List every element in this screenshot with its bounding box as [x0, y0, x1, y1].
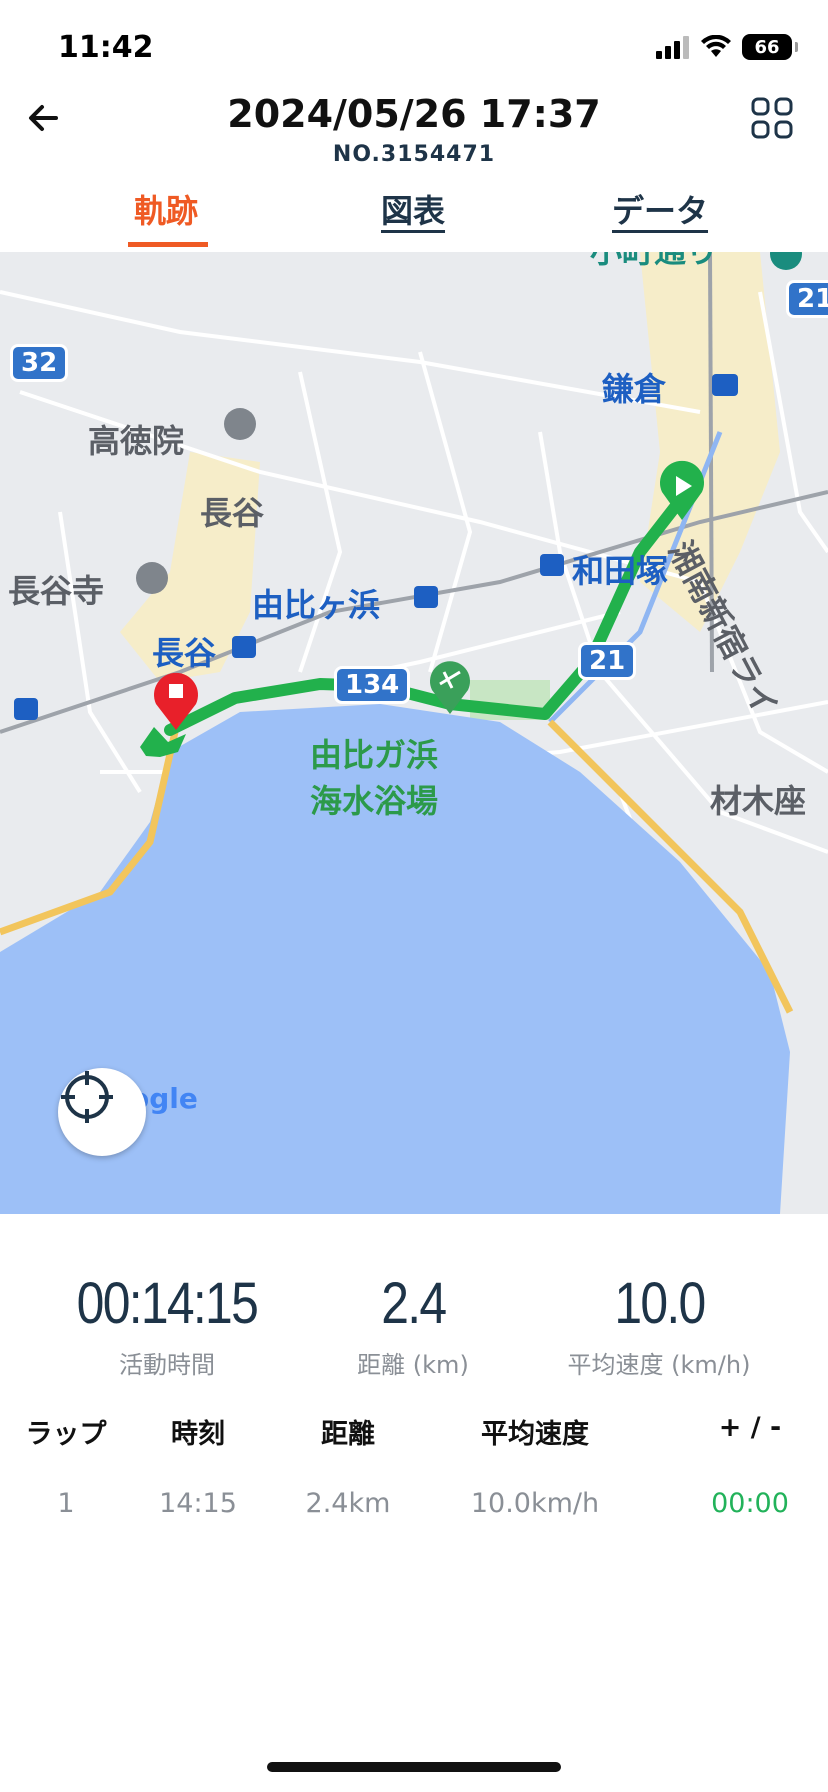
cell-distance: 2.4km	[305, 1488, 391, 1519]
battery-icon: 66	[742, 34, 798, 60]
route-shield-32: 32	[10, 344, 69, 382]
map-label-zaimokuza: 材木座	[710, 782, 807, 820]
temple-icon-hasedera	[136, 562, 168, 594]
status-time: 11:42	[58, 30, 154, 65]
station-icon-west	[14, 698, 38, 720]
header-distance: 距離	[321, 1419, 375, 1450]
summary-stats: 00:14:15 活動時間 2.4 距離 (km) 10.0 平均速度 (km/…	[0, 1270, 828, 1390]
grid-menu-icon[interactable]	[750, 96, 794, 140]
page-title: 2024/05/26 17:37	[227, 92, 601, 136]
lap-table-header: ラップ 時刻 距離 平均速度 + / -	[0, 1412, 828, 1488]
station-icon-wadazuka	[540, 554, 564, 576]
route-shield-21-top: 21	[786, 280, 828, 318]
locate-button[interactable]	[58, 1068, 146, 1156]
map-label-kotokuin: 高徳院	[88, 422, 185, 460]
cell-avg-speed: 10.0km/h	[470, 1488, 600, 1519]
map-label-hasedera: 長谷寺	[8, 572, 105, 610]
status-icons: 66	[656, 34, 798, 60]
map-label-wadazuka: 和田塚	[572, 552, 669, 590]
temple-icon-kotokuin	[224, 408, 256, 440]
header-diff: + / -	[718, 1412, 782, 1443]
stat-distance-label: 距離 (km)	[357, 1351, 469, 1379]
route-shield-134: 134	[334, 666, 411, 704]
stat-distance: 2.4 距離 (km)	[283, 1270, 543, 1380]
map-view[interactable]: 小町通り 鎌倉 高徳院 長谷 長谷寺 由比ヶ浜 和田塚 長谷 湘南新宿ライ 由比…	[0, 252, 828, 1214]
map-label-komachi: 小町通り	[590, 252, 718, 272]
stat-duration: 00:14:15 活動時間	[37, 1270, 297, 1380]
tab-bar: 軌跡 図表 データ	[0, 186, 828, 252]
active-tab-indicator	[128, 242, 208, 247]
header: 2024/05/26 17:37 NO.3154471	[0, 90, 828, 170]
record-number: NO.3154471	[332, 142, 496, 167]
map-label-hase-station: 長谷	[152, 634, 217, 672]
crosshair-icon	[61, 1071, 113, 1123]
status-bar: 11:42 66	[0, 0, 828, 100]
map-label-yuigahama: 由比ヶ浜	[252, 586, 381, 624]
header-avg-speed: 平均速度	[481, 1419, 589, 1450]
tab-track[interactable]: 軌跡	[134, 186, 198, 232]
stat-duration-label: 活動時間	[119, 1351, 215, 1379]
stat-distance-value: 2.4	[380, 1271, 447, 1336]
station-icon-kamakura	[712, 374, 738, 396]
table-row: 1 14:15 2.4km 10.0km/h 00:00	[0, 1488, 828, 1564]
wifi-icon	[701, 35, 731, 57]
stat-speed-label: 平均速度 (km/h)	[567, 1351, 751, 1379]
station-icon-hase	[232, 636, 256, 658]
tab-data[interactable]: データ	[612, 186, 708, 232]
route-shield-21: 21	[578, 642, 637, 680]
lap-table: ラップ 時刻 距離 平均速度 + / - 1 14:15 2.4km 10.0k…	[0, 1412, 828, 1564]
cell-time: 14:15	[159, 1488, 237, 1519]
stat-speed: 10.0 平均速度 (km/h)	[529, 1270, 789, 1380]
map-label-beach-1: 由比ガ浜	[310, 736, 439, 774]
tab-chart[interactable]: 図表	[381, 186, 445, 232]
map-label-beach-2: 海水浴場	[310, 782, 439, 820]
header-time: 時刻	[171, 1419, 225, 1450]
cell-diff: 00:00	[711, 1488, 789, 1519]
home-indicator[interactable]	[267, 1762, 561, 1772]
shopping-icon	[770, 252, 802, 270]
map-label-hase-area: 長谷	[200, 494, 265, 532]
stat-speed-value: 10.0	[613, 1271, 706, 1336]
station-icon-yuigahama	[414, 586, 438, 608]
signal-icon	[656, 36, 689, 59]
map-label-kamakura: 鎌倉	[602, 370, 667, 408]
stat-duration-value: 00:14:15	[76, 1271, 259, 1336]
